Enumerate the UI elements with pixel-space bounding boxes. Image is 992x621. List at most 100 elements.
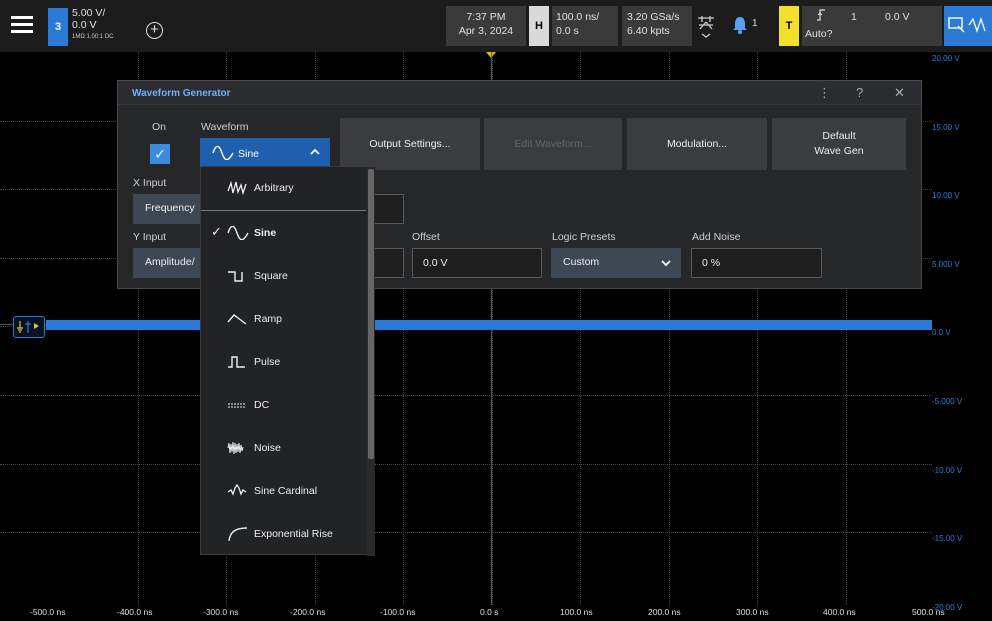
waveform-option-noise[interactable]: Noise <box>201 427 366 470</box>
dc-wave-icon <box>228 403 246 408</box>
dialog-title: Waveform Generator <box>132 88 231 99</box>
grid-line <box>0 463 932 465</box>
list-divider <box>201 210 366 211</box>
close-icon[interactable]: ✕ <box>894 85 905 101</box>
waveform-option-pulse[interactable]: Pulse <box>201 341 366 384</box>
grid-line <box>0 532 932 534</box>
horizontal-badge[interactable]: H <box>529 6 549 46</box>
horizontal-settings[interactable]: 100.0 ns/ 0.0 s <box>552 6 618 46</box>
y-input-label: Y Input <box>133 231 167 243</box>
clock-time: 7:37 PM <box>466 11 506 23</box>
y-axis-tick-label: -15.00 V <box>932 534 963 544</box>
rising-edge-icon <box>816 9 826 24</box>
pulse-wave-icon <box>228 356 245 368</box>
waveform-option-sine-cardinal[interactable]: Sine Cardinal <box>201 470 366 513</box>
waveform-selected-value: Sine <box>238 148 260 160</box>
dialog-header[interactable]: Waveform Generator ⋮ ? ✕ <box>118 81 921 105</box>
frequency-field[interactable] <box>374 194 404 224</box>
trigger-level: 0.0 V <box>885 11 910 23</box>
modulation-button[interactable]: Modulation... <box>627 118 767 170</box>
y-axis-tick-label: 0.0 V <box>932 328 951 338</box>
amplitude-field[interactable] <box>374 248 404 278</box>
waveform-option-label: DC <box>254 399 270 411</box>
waveform-option-square[interactable]: Square <box>201 255 366 298</box>
x-axis-tick-label: -400.0 ns <box>117 607 153 617</box>
waveform-option-ramp[interactable]: Ramp <box>201 298 366 341</box>
exponential-rise-wave-icon <box>228 527 248 541</box>
chevron-down-icon <box>661 260 671 267</box>
offset-label: Offset <box>412 231 440 243</box>
waveform-dropdown[interactable]: Sine <box>200 138 330 168</box>
x-axis-tick-label: -500.0 ns <box>30 607 66 617</box>
waveform-option-label: Exponential Rise <box>254 528 333 540</box>
x-axis-tick-label: 100.0 ns <box>560 607 593 617</box>
waveform-option-sine[interactable]: ✓ Sine <box>201 212 366 255</box>
chevron-up-icon <box>310 148 320 155</box>
top-toolbar: 3 5.00 V/ 0.0 V 1MΩ 1.00:1 DC + 7:37 PM … <box>0 0 992 52</box>
channel-badge[interactable]: 3 <box>48 8 68 46</box>
bell-icon[interactable] <box>732 16 748 34</box>
ground-reference-marker[interactable] <box>13 316 45 338</box>
noise-wave-icon <box>227 441 244 455</box>
y-axis-tick-label: 5.000 V <box>932 259 960 269</box>
horizontal-delay: 0.0 s <box>556 25 579 37</box>
help-icon[interactable]: ? <box>856 85 863 100</box>
sine-wave-icon <box>212 145 234 163</box>
output-on-checkbox[interactable]: ✓ <box>150 144 170 164</box>
trigger-badge[interactable]: T <box>779 6 799 46</box>
output-settings-button[interactable]: Output Settings... <box>340 118 480 170</box>
list-scrollbar[interactable] <box>367 167 375 556</box>
scrollbar-thumb[interactable] <box>368 169 374 459</box>
oscilloscope-screen: 3 5.00 V/ 0.0 V 1MΩ 1.00:1 DC + 7:37 PM … <box>0 0 992 621</box>
notification-count: 1 <box>752 18 758 29</box>
waveform-option-label: Arbitrary <box>254 182 294 194</box>
channel-scale: 5.00 V/ <box>72 7 106 19</box>
sine-wave-icon <box>227 226 249 240</box>
y-axis-tick-label: -5.000 V <box>932 397 963 406</box>
waveform-zoom-icon <box>968 16 988 37</box>
x-axis-tick-label: -100.0 ns <box>380 607 416 617</box>
x-axis-tick-label: -300.0 ns <box>203 607 239 617</box>
on-label: On <box>152 121 167 133</box>
y-axis-tick-label: -10.00 V <box>932 465 963 475</box>
trigger-source: 1 <box>851 11 857 23</box>
channel-offset: 0.0 V <box>72 19 97 31</box>
channel-details: 1MΩ 1.00:1 DC <box>72 34 114 40</box>
waveform-option-label: Ramp <box>254 313 283 325</box>
y-axis-tick-label: 15.00 V <box>932 122 960 132</box>
add-channel-icon[interactable]: + <box>146 22 163 39</box>
square-wave-icon <box>228 271 243 282</box>
waveform-option-label: Pulse <box>254 356 281 368</box>
waveform-option-label: Noise <box>254 442 281 454</box>
waveform-option-label: Sine Cardinal <box>254 485 318 497</box>
channel-trace <box>46 320 932 330</box>
x-input-label: X Input <box>133 177 167 189</box>
clock[interactable]: 7:37 PM Apr 3, 2024 <box>446 6 526 46</box>
waveform-options-list: Arbitrary ✓ Sine Square Ramp Pulse DC Noise Sine… <box>200 166 375 556</box>
x-axis-tick-label: 500.0 ns <box>912 607 945 617</box>
channel-settings[interactable]: 5.00 V/ 0.0 V 1MΩ 1.00:1 DC <box>72 7 142 43</box>
waveform-option-dc[interactable]: DC <box>201 384 366 427</box>
trigger-settings[interactable]: 1 0.0 V Auto? <box>802 6 942 46</box>
add-noise-field[interactable]: 0 % <box>691 248 822 278</box>
arbitrary-wave-icon <box>227 181 247 195</box>
logic-presets-select[interactable]: Custom <box>551 248 681 278</box>
edit-waveform-button[interactable]: Edit Waveform... <box>484 118 622 170</box>
waveform-option-label: Sine <box>254 227 277 239</box>
acquisition-settings[interactable]: 3.20 GSa/s 6.40 kpts <box>622 6 692 46</box>
x-axis-tick-label: -200.0 ns <box>290 607 326 617</box>
x-axis-tick-label: 400.0 ns <box>823 607 856 617</box>
touch-tools-button[interactable] <box>944 6 992 46</box>
logic-presets-label: Logic Presets <box>552 231 616 243</box>
waveform-option-arbitrary[interactable]: Arbitrary <box>201 167 366 210</box>
acquisition-mode-icon[interactable] <box>696 14 716 42</box>
waveform-option-exponential-rise[interactable]: Exponential Rise <box>201 513 366 556</box>
check-icon: ✓ <box>211 224 222 239</box>
trigger-mode: Auto? <box>805 28 833 40</box>
sine-cardinal-wave-icon <box>227 484 247 496</box>
waveform-option-label: Square <box>254 270 288 282</box>
default-wave-gen-button[interactable]: Default Wave Gen <box>772 118 906 170</box>
menu-icon[interactable] <box>8 10 38 40</box>
more-options-icon[interactable]: ⋮ <box>818 85 831 101</box>
offset-field[interactable]: 0.0 V <box>412 248 542 278</box>
